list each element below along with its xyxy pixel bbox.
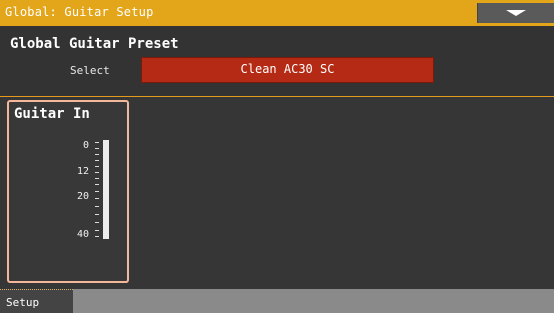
guitar-in-meter-panel[interactable]: Guitar In 0 12 20 40 — [7, 100, 129, 283]
level-meter-bar — [103, 140, 109, 239]
tab-bar: Setup — [0, 289, 554, 313]
preset-select-field[interactable]: Clean AC30 SC — [141, 57, 434, 83]
tab-label: Setup — [6, 296, 40, 309]
title-bar: Global: Guitar Setup — [0, 0, 554, 26]
page-menu-button[interactable] — [477, 3, 554, 23]
tick-mark — [95, 154, 99, 155]
tick-label-40: 40 — [76, 229, 89, 240]
tick-mark — [95, 206, 99, 207]
tick-mark — [95, 172, 99, 173]
global-guitar-preset-panel: Global Guitar Preset Select Clean AC30 S… — [0, 26, 554, 97]
tick-mark — [95, 166, 99, 167]
tick-mark — [95, 191, 99, 192]
tick-label-20: 20 — [76, 191, 89, 202]
tick-mark — [95, 178, 99, 179]
tick-label-12: 12 — [76, 166, 89, 177]
tab-setup[interactable]: Setup — [0, 289, 73, 313]
chevron-down-icon — [506, 10, 526, 16]
tick-label-0: 0 — [82, 140, 89, 151]
page-title: Global: Guitar Setup — [5, 5, 154, 19]
meter-heading: Guitar In — [14, 106, 90, 122]
tick-mark — [95, 148, 99, 149]
tick-mark — [95, 184, 99, 185]
preset-heading: Global Guitar Preset — [10, 36, 179, 52]
tick-mark — [95, 214, 99, 215]
tick-mark — [95, 142, 99, 143]
tick-mark — [95, 222, 99, 223]
tick-mark — [95, 230, 99, 231]
tick-mark — [95, 236, 99, 237]
select-label: Select — [70, 64, 110, 77]
tick-mark — [95, 160, 99, 161]
tick-mark — [95, 198, 99, 199]
preset-select-value: Clean AC30 SC — [240, 62, 335, 76]
